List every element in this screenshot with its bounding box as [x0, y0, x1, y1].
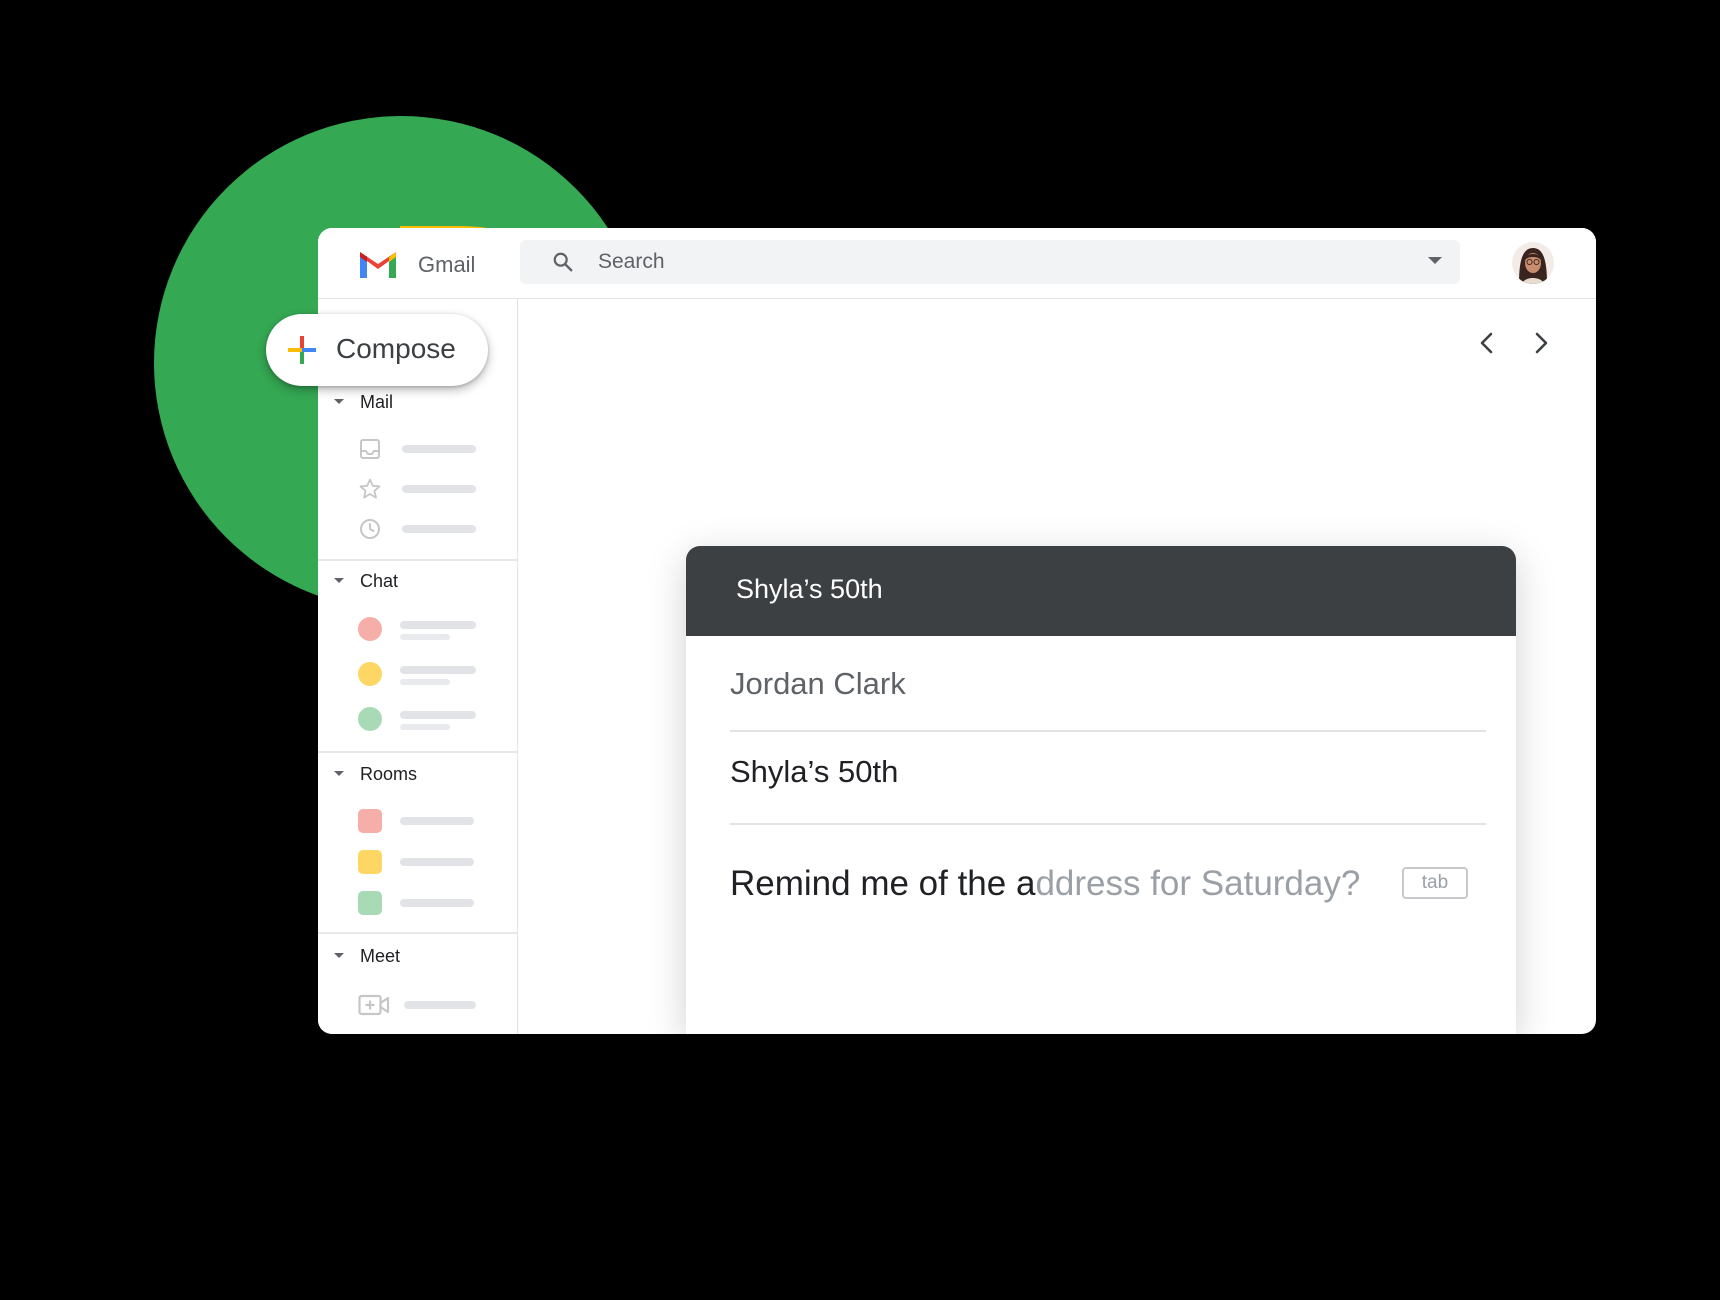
compose-window-header[interactable]: Shyla’s 50th	[686, 546, 1516, 636]
section-meet[interactable]: Meet	[318, 941, 518, 971]
room-square[interactable]	[358, 891, 382, 915]
message-body[interactable]: Remind me of the address for Saturday?	[730, 864, 1360, 904]
compose-window: Shyla’s 50th Jordan Clark Shyla’s 50th R…	[686, 546, 1516, 1034]
section-mail[interactable]: Mail	[318, 387, 518, 417]
expand-arrow-icon[interactable]	[334, 953, 344, 958]
placeholder-bar	[400, 899, 474, 907]
placeholder-bar	[404, 1001, 476, 1009]
search-icon[interactable]	[552, 251, 574, 273]
section-label-rooms: Rooms	[360, 764, 418, 784]
room-square[interactable]	[358, 850, 382, 874]
compose-button[interactable]: Compose	[266, 314, 488, 386]
section-label-mail: Mail	[360, 392, 394, 412]
placeholder-bar	[400, 634, 450, 640]
section-divider	[318, 751, 518, 753]
section-divider	[318, 559, 518, 561]
inbox-icon[interactable]	[358, 437, 382, 461]
field-divider	[730, 823, 1486, 825]
tab-key-hint: tab	[1402, 867, 1468, 899]
header-bar: Gmail	[318, 228, 1596, 299]
chevron-left-icon[interactable]	[1472, 328, 1502, 358]
expand-arrow-icon[interactable]	[334, 771, 344, 776]
expand-arrow-icon[interactable]	[334, 399, 344, 404]
section-label-chat: Chat	[360, 571, 399, 591]
section-rooms[interactable]: Rooms	[318, 759, 518, 789]
compose-window-title: Shyla’s 50th	[736, 574, 883, 604]
sidebar: Mail Chat Rooms Meet	[318, 299, 518, 1034]
search-bar[interactable]	[520, 240, 1460, 284]
expand-arrow-icon[interactable]	[334, 578, 344, 583]
subject-field[interactable]: Shyla’s 50th	[730, 754, 898, 790]
placeholder-bar	[402, 485, 476, 493]
smart-compose-suggestion: ddress for Saturday?	[1035, 864, 1361, 903]
chat-contact-dot[interactable]	[358, 707, 382, 731]
placeholder-bar	[400, 666, 476, 674]
compose-label: Compose	[336, 333, 456, 364]
user-avatar[interactable]	[1512, 242, 1554, 284]
video-add-icon[interactable]	[358, 994, 390, 1016]
recipient-field[interactable]: Jordan Clark	[730, 666, 906, 702]
chevron-right-icon[interactable]	[1526, 328, 1556, 358]
gmail-m-icon[interactable]	[360, 252, 396, 278]
placeholder-bar	[402, 525, 476, 533]
placeholder-bar	[400, 679, 450, 685]
search-input[interactable]	[598, 249, 1358, 275]
placeholder-bar	[400, 621, 476, 629]
section-divider	[318, 932, 518, 934]
placeholder-bar	[400, 858, 474, 866]
star-icon[interactable]	[358, 477, 382, 501]
placeholder-bar	[402, 445, 476, 453]
typed-text: Remind me of the a	[730, 864, 1036, 903]
placeholder-bar	[400, 817, 474, 825]
chat-contact-dot[interactable]	[358, 617, 382, 641]
placeholder-bar	[400, 724, 450, 730]
chat-contact-dot[interactable]	[358, 662, 382, 686]
placeholder-bar	[400, 711, 476, 719]
room-square[interactable]	[358, 809, 382, 833]
colored-plus-icon	[288, 336, 316, 364]
section-label-meet: Meet	[360, 946, 401, 966]
section-chat[interactable]: Chat	[318, 566, 518, 596]
field-divider	[730, 730, 1486, 732]
search-options-dropdown-icon[interactable]	[1428, 257, 1442, 264]
app-title: Gmail	[418, 252, 476, 277]
clock-icon[interactable]	[358, 517, 382, 541]
